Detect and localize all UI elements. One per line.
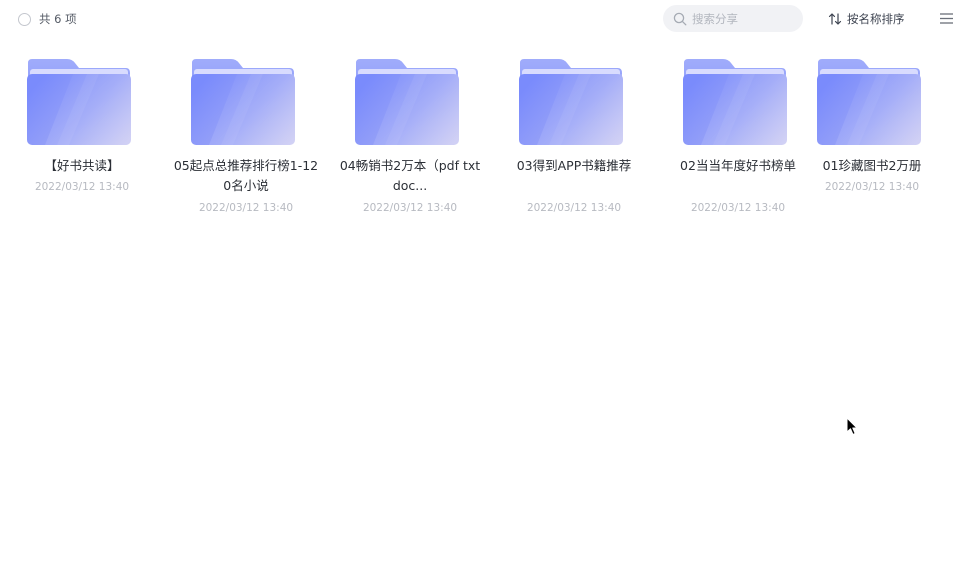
- folder-item[interactable]: 05起点总推荐排行榜1-120名小说 2022/03/12 13:40: [164, 54, 328, 224]
- folder-item[interactable]: 03得到APP书籍推荐 2022/03/12 13:40: [492, 54, 656, 224]
- folder-icon: [519, 58, 623, 145]
- sort-by-name-button[interactable]: 按名称排序: [828, 10, 905, 28]
- select-all-radio[interactable]: [18, 12, 31, 26]
- sort-label: 按名称排序: [847, 12, 905, 26]
- folder-grid: 【好书共读】 2022/03/12 13:40 05起点总推荐排行榜1-120名…: [0, 54, 954, 234]
- folder-name: 04畅销书2万本（pdf txt doc...: [339, 158, 481, 193]
- folder-date: 2022/03/12 13:40: [198, 202, 294, 214]
- folder-date: 2022/03/12 13:40: [526, 202, 622, 214]
- select-all-toggle[interactable]: 共 6 项: [18, 11, 77, 27]
- folder-icon: [817, 58, 921, 145]
- folder-item[interactable]: 【好书共读】 2022/03/12 13:40: [0, 54, 164, 224]
- mouse-pointer-icon: [846, 417, 858, 435]
- hamburger-menu-icon[interactable]: [939, 11, 954, 26]
- folder-name: 01珍藏图书2万册: [822, 158, 922, 173]
- folder-name: 03得到APP书籍推荐: [516, 158, 632, 173]
- search-input[interactable]: [692, 11, 792, 26]
- folder-date: 2022/03/12 13:40: [34, 181, 130, 193]
- folder-item[interactable]: 01珍藏图书2万册 2022/03/12 13:40: [790, 54, 954, 224]
- folder-name: 05起点总推荐排行榜1-120名小说: [173, 158, 319, 193]
- search-box[interactable]: [663, 5, 803, 32]
- folder-icon: [683, 58, 787, 145]
- folder-date: 2022/03/12 13:40: [362, 202, 458, 214]
- item-count-label: 共 6 项: [39, 12, 77, 26]
- folder-icon: [355, 58, 459, 145]
- sort-arrows-icon: [828, 13, 842, 25]
- share-file-browser: 共 6 项 按名称排序 【好书共读】 2022/03/12 13:40 05起点…: [0, 0, 954, 573]
- folder-icon: [27, 58, 131, 145]
- folder-name: 【好书共读】: [44, 158, 120, 173]
- folder-date: 2022/03/12 13:40: [824, 181, 920, 193]
- folder-item[interactable]: 04畅销书2万本（pdf txt doc... 2022/03/12 13:40: [328, 54, 492, 224]
- search-icon: [673, 12, 687, 25]
- folder-icon: [191, 58, 295, 145]
